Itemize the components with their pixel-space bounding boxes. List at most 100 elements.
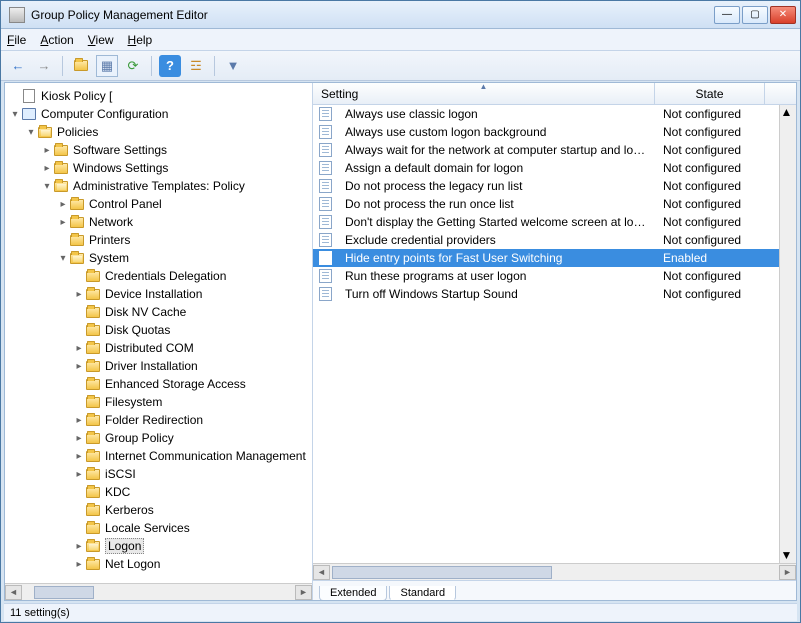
setting-row[interactable]: Turn off Windows Startup SoundNot config… xyxy=(313,285,779,303)
setting-row[interactable]: Always use custom logon backgroundNot co… xyxy=(313,123,779,141)
show-hide-button[interactable]: ▦ xyxy=(96,55,118,77)
tree-network[interactable]: ▸Network xyxy=(7,213,312,231)
list-horizontal-scrollbar[interactable]: ◄ ► xyxy=(313,563,796,580)
list-vertical-scrollbar[interactable]: ▲ ▼ xyxy=(779,105,796,563)
expander-icon[interactable]: ▸ xyxy=(41,163,53,174)
expander-icon[interactable]: ▸ xyxy=(73,451,85,462)
setting-row[interactable]: Assign a default domain for logonNot con… xyxy=(313,159,779,177)
forward-button[interactable]: → xyxy=(33,55,55,77)
tree-system-child[interactable]: Credentials Delegation xyxy=(7,267,312,285)
expander-icon[interactable]: ▸ xyxy=(57,217,69,228)
setting-row[interactable]: Do not process the legacy run listNot co… xyxy=(313,177,779,195)
maximize-button[interactable]: ▢ xyxy=(742,6,768,24)
tree-scroll[interactable]: Kiosk Policy [▾Computer Configuration▾Po… xyxy=(5,83,312,583)
tree-item-icon xyxy=(53,161,69,175)
expander-icon[interactable]: ▾ xyxy=(41,181,53,192)
tree-system-child[interactable]: ▸Driver Installation xyxy=(7,357,312,375)
column-setting[interactable]: Setting xyxy=(313,83,655,104)
tree-system-child[interactable]: ▸Folder Redirection xyxy=(7,411,312,429)
expander-icon[interactable]: ▸ xyxy=(73,469,85,480)
menu-help[interactable]: Help xyxy=(128,33,153,47)
folder-icon xyxy=(86,505,100,516)
setting-row[interactable]: Run these programs at user logonNot conf… xyxy=(313,267,779,285)
tree-system-child[interactable]: Locale Services xyxy=(7,519,312,537)
scroll-up-button[interactable]: ▲ xyxy=(781,105,796,120)
setting-row[interactable]: Do not process the run once listNot conf… xyxy=(313,195,779,213)
folder-icon xyxy=(86,361,100,372)
content-area: Kiosk Policy [▾Computer Configuration▾Po… xyxy=(4,82,797,601)
tree-system-child[interactable]: ▸Group Policy xyxy=(7,429,312,447)
tree-system[interactable]: ▾System xyxy=(7,249,312,267)
expander-icon[interactable]: ▸ xyxy=(73,415,85,426)
folder-icon xyxy=(86,325,100,336)
scroll-right-button[interactable]: ► xyxy=(295,585,312,600)
tree-system-child[interactable]: ▸Logon xyxy=(7,537,312,555)
menu-file[interactable]: File xyxy=(7,33,26,47)
scroll-left-button[interactable]: ◄ xyxy=(5,585,22,600)
column-state[interactable]: State xyxy=(655,83,765,104)
window-titlebar: Group Policy Management Editor ― ▢ ✕ xyxy=(1,1,800,29)
tree-admin-templates[interactable]: ▾Administrative Templates: Policy xyxy=(7,177,312,195)
setting-row[interactable]: Hide entry points for Fast User Switchin… xyxy=(313,249,779,267)
folder-icon xyxy=(86,415,100,426)
menu-view[interactable]: View xyxy=(88,33,114,47)
tree-system-child[interactable]: Disk NV Cache xyxy=(7,303,312,321)
expander-icon[interactable]: ▾ xyxy=(25,127,37,138)
expander-icon[interactable]: ▸ xyxy=(73,541,85,552)
tree-item-label: iSCSI xyxy=(105,467,136,481)
tree-control-panel[interactable]: ▸Control Panel xyxy=(7,195,312,213)
tree-system-child[interactable]: Kerberos xyxy=(7,501,312,519)
scroll-thumb[interactable] xyxy=(332,566,552,579)
tree-item-icon xyxy=(85,485,101,499)
tree-system-child[interactable]: KDC xyxy=(7,483,312,501)
scroll-right-button[interactable]: ► xyxy=(779,565,796,580)
tree-system-child[interactable]: ▸Net Logon xyxy=(7,555,312,573)
tree-item-label: Credentials Delegation xyxy=(105,269,226,283)
expander-icon[interactable]: ▸ xyxy=(73,289,85,300)
setting-row[interactable]: Don't display the Getting Started welcom… xyxy=(313,213,779,231)
expander-icon[interactable]: ▸ xyxy=(41,145,53,156)
export-button[interactable]: ⟳ xyxy=(122,55,144,77)
folder-icon xyxy=(86,433,100,444)
expander-icon[interactable]: ▸ xyxy=(73,361,85,372)
filter-button[interactable]: ▼ xyxy=(222,55,244,77)
tree-software-settings[interactable]: ▸Software Settings xyxy=(7,141,312,159)
expander-icon[interactable]: ▾ xyxy=(57,253,69,264)
setting-name: Turn off Windows Startup Sound xyxy=(339,287,657,301)
tree-printers[interactable]: Printers xyxy=(7,231,312,249)
expander-icon[interactable]: ▸ xyxy=(73,559,85,570)
setting-row[interactable]: Exclude credential providersNot configur… xyxy=(313,231,779,249)
scroll-thumb[interactable] xyxy=(34,586,94,599)
tree-system-child[interactable]: Enhanced Storage Access xyxy=(7,375,312,393)
list-body[interactable]: Always use classic logonNot configuredAl… xyxy=(313,105,779,563)
close-button[interactable]: ✕ xyxy=(770,6,796,24)
tree-system-child[interactable]: ▸Distributed COM xyxy=(7,339,312,357)
scroll-left-button[interactable]: ◄ xyxy=(313,565,330,580)
help-button[interactable]: ? xyxy=(159,55,181,77)
up-button[interactable] xyxy=(70,55,92,77)
scroll-down-button[interactable]: ▼ xyxy=(781,548,796,563)
expander-icon[interactable]: ▸ xyxy=(57,199,69,210)
tree-windows-settings[interactable]: ▸Windows Settings xyxy=(7,159,312,177)
tree-computer-configuration[interactable]: ▾Computer Configuration xyxy=(7,105,312,123)
tree-horizontal-scrollbar[interactable]: ◄ ► xyxy=(5,583,312,600)
expander-icon[interactable]: ▸ xyxy=(73,343,85,354)
minimize-button[interactable]: ― xyxy=(714,6,740,24)
tree-system-child[interactable]: Filesystem xyxy=(7,393,312,411)
back-button[interactable]: ← xyxy=(7,55,29,77)
setting-row[interactable]: Always use classic logonNot configured xyxy=(313,105,779,123)
tree-system-child[interactable]: ▸Device Installation xyxy=(7,285,312,303)
tree-system-child[interactable]: ▸Internet Communication Management xyxy=(7,447,312,465)
tree-system-child[interactable]: Disk Quotas xyxy=(7,321,312,339)
tree-policies[interactable]: ▾Policies xyxy=(7,123,312,141)
tree-system-child[interactable]: ▸ iSCSI xyxy=(7,465,312,483)
menu-action[interactable]: Action xyxy=(40,33,73,47)
status-text: 11 setting(s) xyxy=(10,607,70,619)
tree-root[interactable]: Kiosk Policy [ xyxy=(7,87,312,105)
tab-extended[interactable]: Extended xyxy=(319,586,387,600)
tab-standard[interactable]: Standard xyxy=(389,586,456,600)
expander-icon[interactable]: ▸ xyxy=(73,433,85,444)
setting-row[interactable]: Always wait for the network at computer … xyxy=(313,141,779,159)
expander-icon[interactable]: ▾ xyxy=(9,109,21,120)
properties-button[interactable]: ☲ xyxy=(185,55,207,77)
